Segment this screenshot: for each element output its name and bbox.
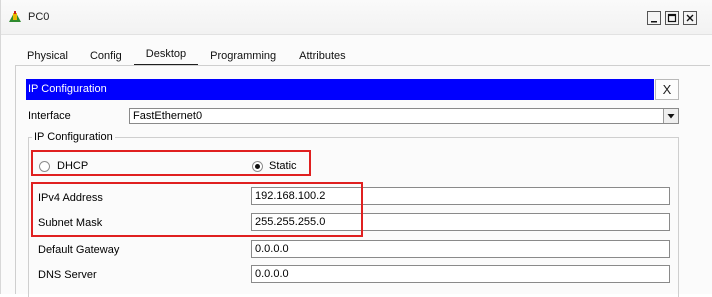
default-gateway-label: Default Gateway xyxy=(38,244,120,256)
tab-programming[interactable]: Programming xyxy=(210,50,276,66)
ip-configuration-header: IP Configuration xyxy=(26,79,654,100)
tab-attributes[interactable]: Attributes xyxy=(299,50,345,66)
packet-tracer-pc-icon xyxy=(7,10,23,24)
static-radio-label: Static xyxy=(269,160,297,172)
interface-select-value: FastEthernet0 xyxy=(133,110,203,122)
close-window-button[interactable] xyxy=(683,11,697,25)
chevron-down-icon[interactable] xyxy=(663,109,678,123)
dhcp-radio-label: DHCP xyxy=(57,160,89,172)
ipv4-address-input[interactable] xyxy=(251,187,670,205)
interface-select[interactable]: FastEthernet0 xyxy=(129,108,679,124)
subnet-mask-input[interactable] xyxy=(251,213,670,231)
tab-desktop[interactable]: Desktop xyxy=(133,48,199,66)
dns-server-label: DNS Server xyxy=(38,269,97,281)
window-title: PC0 xyxy=(28,11,50,23)
default-gateway-input[interactable] xyxy=(251,240,670,258)
minimize-button[interactable] xyxy=(647,11,661,25)
title-bar: PC0 xyxy=(1,0,712,35)
maximize-button[interactable] xyxy=(665,11,679,25)
ip-configuration-group-label: IP Configuration xyxy=(32,131,115,143)
dhcp-radio[interactable] xyxy=(39,161,50,172)
dns-server-input[interactable] xyxy=(251,265,670,283)
ipv4-address-label: IPv4 Address xyxy=(38,192,103,204)
pc0-window: PC0 Physical Config Desktop Programming … xyxy=(0,0,712,297)
subnet-mask-label: Subnet Mask xyxy=(38,217,103,229)
static-radio[interactable] xyxy=(252,161,263,172)
interface-label: Interface xyxy=(28,110,71,122)
tab-config[interactable]: Config xyxy=(90,50,122,66)
ip-configuration-close-button[interactable]: X xyxy=(655,79,679,100)
tab-bar: Physical Config Desktop Programming Attr… xyxy=(15,44,346,66)
tab-physical[interactable]: Physical xyxy=(27,50,68,66)
